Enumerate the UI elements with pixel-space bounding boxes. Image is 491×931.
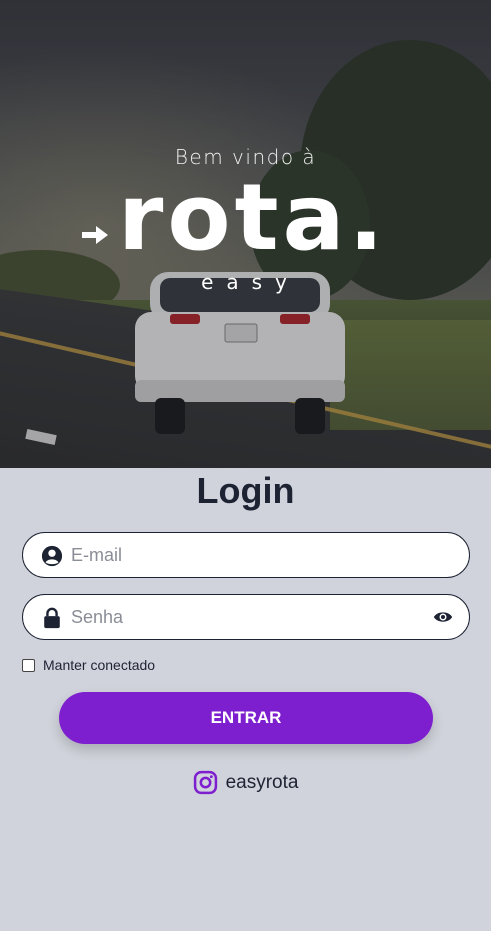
- instagram-icon: [193, 770, 217, 795]
- logo-wordmark: rota.: [118, 164, 388, 271]
- page-title: Login: [196, 470, 295, 511]
- logo-subtitle: easy: [201, 270, 300, 294]
- instagram-handle: easyrota: [225, 771, 299, 793]
- password-field[interactable]: [22, 594, 470, 640]
- remember-checkbox[interactable]: [22, 658, 35, 672]
- login-button[interactable]: ENTRAR: [59, 692, 433, 744]
- lock-icon: [44, 607, 60, 629]
- remember-label: Manter conectado: [43, 657, 156, 673]
- arrow-right-icon: [82, 226, 108, 244]
- hero-banner: Bem vindo à rota. easy: [0, 0, 491, 468]
- password-input[interactable]: [71, 595, 431, 639]
- instagram-link[interactable]: easyrota: [0, 770, 491, 795]
- remember-me[interactable]: Manter conectado: [22, 657, 155, 673]
- email-field[interactable]: [22, 532, 470, 578]
- user-circle-icon: [41, 545, 63, 567]
- eye-icon[interactable]: [433, 608, 453, 626]
- email-input[interactable]: [71, 533, 431, 577]
